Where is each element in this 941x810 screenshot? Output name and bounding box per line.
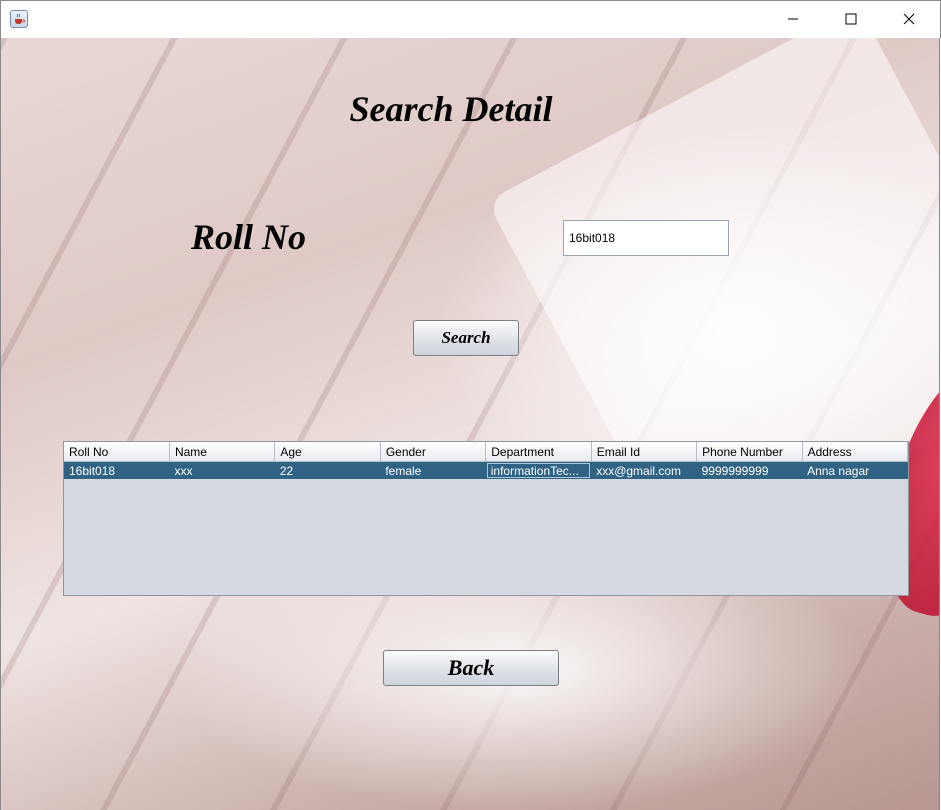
- column-header-email[interactable]: Email Id: [591, 442, 698, 462]
- column-header-roll-no[interactable]: Roll No: [64, 442, 170, 462]
- cell-gender[interactable]: female: [380, 461, 486, 479]
- cell-address[interactable]: Anna nagar: [802, 461, 908, 479]
- content-pane: Search Detail Roll No Search Roll No Nam…: [0, 38, 940, 810]
- roll-no-label: Roll No: [191, 217, 307, 257]
- cell-age[interactable]: 22: [274, 461, 381, 479]
- search-button[interactable]: Search: [413, 320, 519, 356]
- cell-phone[interactable]: 9999999999: [696, 461, 803, 479]
- minimize-icon[interactable]: [764, 1, 822, 37]
- back-button[interactable]: Back: [383, 650, 559, 686]
- window-titlebar: [0, 0, 941, 38]
- column-header-age[interactable]: Age: [274, 442, 381, 462]
- column-header-department[interactable]: Department: [485, 442, 592, 462]
- column-header-address[interactable]: Address: [802, 442, 909, 462]
- cell-name[interactable]: xxx: [169, 461, 275, 479]
- java-coffee-icon: [10, 10, 28, 28]
- table-header-row: Roll No Name Age Gender Department Email…: [64, 442, 909, 462]
- column-header-gender[interactable]: Gender: [380, 442, 487, 462]
- page-title: Search Detail: [349, 89, 553, 129]
- roll-no-input[interactable]: [563, 220, 729, 256]
- table-row[interactable]: 16bit018 xxx 22 female informationTec...…: [64, 461, 908, 479]
- cell-roll-no[interactable]: 16bit018: [64, 461, 170, 479]
- results-table[interactable]: Roll No Name Age Gender Department Email…: [63, 441, 909, 596]
- close-icon[interactable]: [880, 1, 938, 37]
- cell-department[interactable]: informationTec...: [485, 461, 592, 479]
- cell-email[interactable]: xxx@gmail.com: [591, 461, 697, 479]
- column-header-name[interactable]: Name: [169, 442, 276, 462]
- column-header-phone[interactable]: Phone Number: [696, 442, 803, 462]
- maximize-icon[interactable]: [822, 1, 880, 37]
